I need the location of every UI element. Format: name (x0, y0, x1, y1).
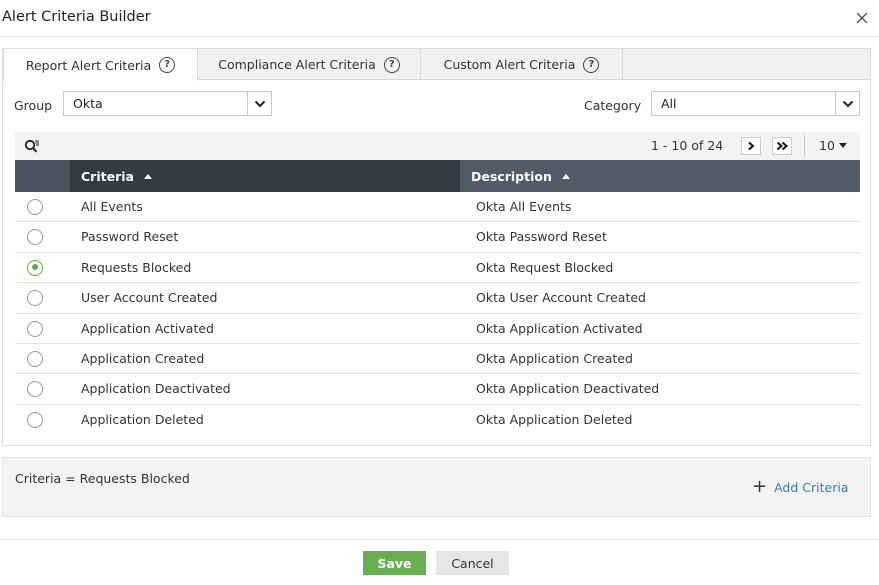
table-row[interactable]: Application Created Okta Application Cre… (15, 344, 860, 375)
dialog-titlebar: Alert Criteria Builder (0, 0, 879, 37)
row-radio[interactable] (27, 290, 43, 307)
per-page-value: 10 (819, 138, 835, 153)
criteria-cell: Application Created (81, 350, 205, 366)
row-radio-selected[interactable] (27, 259, 43, 276)
table-row[interactable]: Application Deactivated Okta Application… (15, 374, 860, 405)
table-row[interactable]: Application Deleted Okta Application Del… (15, 405, 860, 435)
criteria-cell: Application Deleted (81, 411, 204, 427)
row-radio[interactable] (27, 199, 43, 215)
tab-bar: Report Alert Criteria ? Compliance Alert… (3, 49, 870, 81)
table-row[interactable]: Password Reset Okta Password Reset (15, 222, 860, 253)
description-cell: Okta All Events (476, 199, 572, 214)
tab-compliance-alert-criteria[interactable]: Compliance Alert Criteria ? (198, 49, 421, 80)
description-cell: Okta Application Activated (476, 320, 643, 336)
add-criteria-button[interactable]: + Add Criteria (752, 478, 848, 496)
pagination-range: 1 - 10 of 24 (651, 138, 724, 153)
cancel-button[interactable]: Cancel (436, 551, 509, 575)
sort-ascending-icon (143, 173, 152, 179)
table-header: Criteria Description (15, 160, 860, 192)
group-label: Group (14, 98, 53, 113)
criteria-cell: Application Activated (81, 320, 214, 336)
caret-down-icon (838, 143, 847, 148)
sort-ascending-icon (561, 173, 570, 179)
criteria-cell: User Account Created (81, 290, 218, 306)
help-icon[interactable]: ? (583, 56, 600, 73)
group-select[interactable]: Okta (63, 91, 272, 116)
select-column-header (15, 160, 70, 192)
description-cell: Okta Application Deactivated (476, 381, 660, 397)
next-page-button[interactable] (741, 137, 761, 155)
category-select-value: All (661, 96, 677, 111)
row-radio[interactable] (27, 320, 43, 337)
toolbar-divider (804, 135, 805, 157)
help-icon[interactable]: ? (159, 57, 176, 73)
double-chevron-right-icon (776, 141, 788, 151)
close-icon[interactable] (852, 8, 872, 28)
help-icon[interactable]: ? (383, 56, 400, 73)
description-column-header[interactable]: Description (460, 160, 860, 192)
criteria-summary: Criteria = Requests Blocked + Add Criter… (2, 457, 871, 517)
footer-divider (0, 539, 879, 540)
table-row[interactable]: All Events Okta All Events (15, 192, 860, 223)
criteria-cell: All Events (81, 199, 143, 214)
criteria-expression: Criteria = Requests Blocked (15, 471, 190, 486)
criteria-cell: Requests Blocked (81, 259, 192, 275)
add-criteria-label: Add Criteria (774, 479, 849, 495)
tab-label: Report Alert Criteria (25, 57, 152, 73)
tab-label: Custom Alert Criteria (443, 57, 576, 72)
row-radio[interactable] (27, 381, 43, 398)
chevron-down-icon[interactable] (835, 92, 859, 115)
tab-label: Compliance Alert Criteria (218, 57, 376, 72)
column-label: Criteria (81, 168, 134, 184)
chevron-down-icon[interactable] (247, 92, 271, 115)
description-cell: Okta Password Reset (476, 229, 607, 245)
plus-icon: + (752, 476, 768, 497)
table-row[interactable]: User Account Created Okta User Account C… (15, 283, 860, 314)
table-row[interactable]: Requests Blocked Okta Request Blocked (15, 253, 860, 284)
criteria-panel: Report Alert Criteria ? Compliance Alert… (2, 48, 871, 446)
description-cell: Okta Request Blocked (476, 259, 614, 275)
description-cell: Okta Application Deleted (476, 411, 633, 427)
chevron-right-icon (748, 141, 755, 151)
table-toolbar: 1 - 10 of 24 10 (15, 132, 860, 160)
description-cell: Okta User Account Created (476, 290, 646, 306)
category-label: Category (584, 98, 642, 113)
search-filter-icon[interactable] (24, 139, 40, 154)
tab-report-alert-criteria[interactable]: Report Alert Criteria ? (3, 49, 198, 81)
group-select-value: Okta (73, 96, 103, 111)
row-radio[interactable] (27, 350, 43, 367)
row-radio[interactable] (27, 229, 43, 246)
description-cell: Okta Application Created (476, 350, 633, 366)
table-row[interactable]: Application Activated Okta Application A… (15, 314, 860, 344)
category-select[interactable]: All (651, 91, 860, 116)
last-page-button[interactable] (772, 137, 792, 155)
row-radio[interactable] (27, 411, 43, 428)
criteria-column-header[interactable]: Criteria (70, 160, 460, 192)
column-label: Description (471, 168, 552, 184)
dialog-title: Alert Criteria Builder (2, 9, 151, 25)
per-page-select[interactable]: 10 (819, 138, 847, 153)
criteria-cell: Password Reset (81, 229, 179, 245)
criteria-table-body: All Events Okta All Events Password Rese… (15, 192, 860, 435)
tab-custom-alert-criteria[interactable]: Custom Alert Criteria ? (421, 49, 623, 80)
criteria-cell: Application Deactivated (81, 381, 231, 397)
save-button[interactable]: Save (363, 551, 426, 575)
